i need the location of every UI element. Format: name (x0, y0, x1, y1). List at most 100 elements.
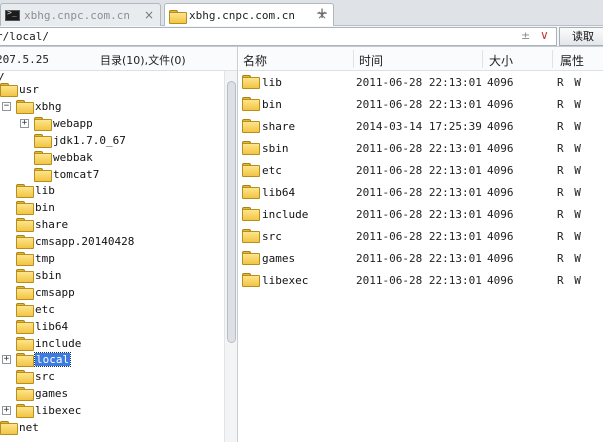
file-time: 2011-06-28 22:13:01 (356, 252, 482, 265)
tree-item-label: share (35, 218, 69, 232)
tree-item[interactable]: games (0, 385, 224, 402)
file-name: sbin (262, 142, 289, 155)
tree-item[interactable]: jdk1.7.0_67 (0, 132, 224, 149)
folder-icon (16, 336, 34, 351)
tree-item[interactable]: + libexec (0, 402, 224, 419)
file-row[interactable]: include 2011-06-28 22:13:01 4096 R W (239, 203, 603, 225)
tree-item[interactable]: + webapp (0, 115, 224, 132)
tree-item[interactable]: src (0, 368, 224, 385)
tree-scrollbar[interactable] (224, 71, 237, 442)
file-size: 4096 (487, 186, 514, 199)
file-row[interactable]: lib 2011-06-28 22:13:01 4096 R W (239, 71, 603, 93)
file-size: 4096 (487, 274, 514, 287)
column-name[interactable]: 名称 (243, 52, 267, 69)
column-divider[interactable] (482, 50, 483, 68)
tree-item[interactable]: share (0, 216, 224, 233)
folder-icon (16, 184, 34, 199)
folder-icon (34, 150, 52, 165)
tab-terminal[interactable]: xbhg.cnpc.com.cn × (0, 3, 161, 26)
file-row[interactable]: etc 2011-06-28 22:13:01 4096 R W (239, 159, 603, 181)
expand-icon[interactable]: + (2, 406, 11, 416)
file-row[interactable]: libexec 2011-06-28 22:13:01 4096 R W (239, 269, 603, 291)
file-name: lib64 (262, 186, 296, 199)
file-row[interactable]: sbin 2011-06-28 22:13:01 4096 R W (239, 137, 603, 159)
tree-item-label: net (19, 421, 39, 434)
folder-icon (242, 97, 260, 111)
column-time[interactable]: 时间 (359, 52, 383, 69)
file-row[interactable]: lib64 2011-06-28 22:13:01 4096 R W (239, 181, 603, 203)
folder-icon (16, 353, 34, 368)
tree-item[interactable]: include (0, 335, 224, 352)
tree-item[interactable]: bin (0, 199, 224, 216)
chevron-down-icon[interactable]: ∨ (540, 28, 549, 42)
folder-icon (16, 302, 34, 317)
expand-icon[interactable]: + (20, 118, 29, 128)
folder-icon (16, 252, 34, 266)
file-size: 4096 (487, 208, 514, 221)
tree-item[interactable]: tmp (0, 250, 224, 267)
column-attr[interactable]: 属性 (560, 52, 584, 69)
tab-label: xbhg.cnpc.com.cn (189, 9, 295, 22)
tree-item[interactable]: net (0, 419, 224, 436)
collapse-icon[interactable]: − (2, 101, 11, 111)
folder-icon (242, 163, 260, 177)
tree-item[interactable]: lib (0, 182, 224, 199)
folder-icon (34, 133, 52, 148)
column-headers: 名称 时间 大小 属性 (239, 47, 603, 71)
plus-minus-icon[interactable]: ± (521, 29, 530, 42)
file-attributes: R W (557, 98, 583, 111)
file-name: lib (262, 76, 282, 89)
folder-icon (34, 167, 52, 182)
tab-file-browser[interactable]: xbhg.cnpc.com.cn × (164, 3, 334, 27)
file-list-pane: 名称 时间 大小 属性 lib 2011-06-28 22:13:01 4096 R … (239, 47, 603, 442)
tree-item-label: lib64 (35, 319, 69, 333)
tree-header: 207.5.25 目录(10),文件(0) (0, 47, 237, 71)
file-row[interactable]: games 2011-06-28 22:13:01 4096 R W (239, 247, 603, 269)
file-row[interactable]: bin 2011-06-28 22:13:01 4096 R W (239, 93, 603, 115)
folder-icon (16, 387, 34, 402)
folder-icon (242, 273, 260, 287)
scrollbar-thumb[interactable] (227, 81, 236, 343)
close-icon[interactable]: × (144, 8, 154, 22)
directory-tree: / usr−xbhg+webappjdk1.7.0_67webbaktomcat… (0, 71, 224, 442)
column-divider[interactable] (353, 50, 354, 68)
column-divider[interactable] (552, 50, 553, 68)
path-bar: r/local/ ± ∨ 读取 (0, 26, 603, 47)
file-attributes: R W (557, 120, 583, 133)
tree-item[interactable]: sbin (0, 267, 224, 284)
tree-item-label: xbhg (35, 99, 62, 113)
expand-icon[interactable]: + (2, 355, 11, 365)
tree-item[interactable]: cmsapp.20140428 (0, 233, 224, 250)
column-size[interactable]: 大小 (489, 52, 513, 69)
file-time: 2011-06-28 22:13:01 (356, 274, 482, 287)
tree-item-label: jdk1.7.0_67 (53, 133, 126, 147)
file-row[interactable]: share 2014-03-14 17:25:39 4096 R W (239, 115, 603, 137)
tree-item-label: bin (35, 201, 55, 215)
file-time: 2011-06-28 22:13:01 (356, 76, 482, 89)
tree-item[interactable]: cmsapp (0, 284, 224, 301)
file-row[interactable]: src 2011-06-28 22:13:01 4096 R W (239, 225, 603, 247)
path-input[interactable]: r/local/ (0, 27, 557, 46)
file-attributes: R W (557, 186, 583, 199)
tree-item[interactable]: + local (0, 351, 224, 368)
new-tab-button[interactable]: + (314, 4, 330, 22)
tree-item[interactable]: etc (0, 301, 224, 318)
file-name: games (262, 252, 296, 265)
tree-item[interactable]: usr (0, 81, 224, 98)
file-name: bin (262, 98, 282, 111)
folder-icon (242, 75, 260, 89)
tree-item-label: tmp (35, 252, 55, 265)
file-size: 4096 (487, 164, 514, 177)
tree-item[interactable]: tomcat7 (0, 166, 224, 183)
tree-item-label: cmsapp.20140428 (35, 235, 135, 249)
tree-item[interactable]: webbak (0, 149, 224, 166)
file-name: share (262, 120, 296, 133)
folder-icon (0, 83, 18, 97)
tree-item[interactable]: lib64 (0, 318, 224, 335)
folder-icon (16, 268, 34, 283)
file-size: 4096 (487, 98, 514, 111)
read-button[interactable]: 读取 (559, 27, 603, 46)
file-attributes: R W (557, 274, 583, 287)
tree-item-label: include (35, 336, 82, 350)
tree-item[interactable]: − xbhg (0, 98, 224, 115)
